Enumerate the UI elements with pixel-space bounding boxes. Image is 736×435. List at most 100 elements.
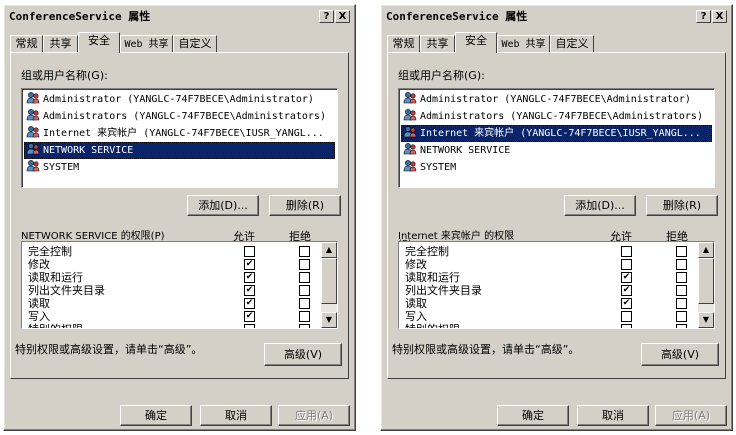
- user-item-system[interactable]: SYSTEM: [24, 159, 335, 176]
- permissions-scrollbar[interactable]: ▲ ▼: [698, 242, 714, 328]
- user-item-administrator[interactable]: Administrator (YANGLC-74F7BECE\Administr…: [24, 91, 335, 108]
- permission-row: 特别的权限: [399, 322, 698, 328]
- users-icon: [26, 160, 40, 172]
- tab-general[interactable]: 常规: [10, 35, 43, 52]
- ok-button[interactable]: 确定: [497, 405, 569, 426]
- deny-checkbox[interactable]: [676, 311, 687, 322]
- deny-checkbox[interactable]: [299, 298, 310, 309]
- user-item-internet-guest[interactable]: Internet 来宾帐户 (YANGLC-74F7BECE\IUSR_YANG…: [401, 125, 712, 142]
- user-icon: [403, 92, 417, 104]
- scroll-up-icon[interactable]: ▲: [698, 242, 714, 258]
- allow-checkbox[interactable]: [621, 259, 632, 270]
- advanced-hint: 特别权限或高级设置，请单击“高级”。: [392, 343, 580, 356]
- cancel-button[interactable]: 取消: [577, 405, 649, 426]
- permissions-title: Internet 来宾帐户 的权限: [398, 231, 515, 242]
- user-item-internet-guest[interactable]: Internet 来宾帐户 (YANGLC-74F7BECE\IUSR_YANG…: [24, 125, 335, 142]
- user-item-administrators[interactable]: Administrators (YANGLC-74F7BECE\Administ…: [401, 108, 712, 125]
- permission-name: 特别的权限: [405, 322, 460, 328]
- permission-row: 特别的权限: [22, 322, 321, 328]
- advanced-button[interactable]: 高级(V): [641, 343, 719, 366]
- close-button[interactable]: X: [712, 10, 727, 23]
- deny-checkbox[interactable]: [676, 285, 687, 296]
- allow-checkbox[interactable]: ✔: [621, 285, 632, 296]
- apply-button[interactable]: 应用(A): [278, 405, 350, 426]
- user-listbox[interactable]: Administrator (YANGLC-74F7BECE\Administr…: [398, 88, 715, 188]
- ok-button[interactable]: 确定: [120, 405, 192, 426]
- deny-checkbox[interactable]: [676, 324, 687, 328]
- title-bar[interactable]: ConferenceService 属性 ? X: [7, 8, 352, 26]
- remove-button[interactable]: 删除(R): [646, 195, 718, 216]
- user-item-label: Administrators (YANGLC-74F7BECE\Administ…: [43, 111, 326, 122]
- user-item-label: Administrators (YANGLC-74F7BECE\Administ…: [420, 111, 703, 122]
- user-icon: [403, 126, 417, 138]
- user-item-administrator[interactable]: Administrator (YANGLC-74F7BECE\Administr…: [401, 91, 712, 108]
- user-listbox[interactable]: Administrator (YANGLC-74F7BECE\Administr…: [21, 88, 338, 188]
- allow-checkbox[interactable]: ✔: [244, 259, 255, 270]
- user-item-network-service[interactable]: NETWORK SERVICE: [24, 142, 335, 159]
- tab-web-sharing[interactable]: Web 共享: [497, 35, 550, 52]
- users-icon: [26, 143, 40, 155]
- users-icon: [26, 109, 40, 121]
- user-icon: [26, 126, 40, 138]
- add-button[interactable]: 添加(D)...: [187, 195, 259, 216]
- tab-general[interactable]: 常规: [387, 35, 420, 52]
- user-item-label: NETWORK SERVICE: [43, 145, 134, 156]
- group-or-user-label: 组或用户名称(G):: [398, 69, 485, 82]
- tab-security[interactable]: 安全: [455, 32, 497, 53]
- users-icon: [403, 160, 417, 172]
- remove-button[interactable]: 删除(R): [269, 195, 341, 216]
- scroll-up-icon[interactable]: ▲: [321, 242, 337, 258]
- scroll-thumb[interactable]: [698, 258, 714, 304]
- scroll-down-icon[interactable]: ▼: [321, 312, 337, 328]
- allow-checkbox[interactable]: [621, 324, 632, 328]
- deny-checkbox[interactable]: [299, 246, 310, 257]
- tab-web-sharing[interactable]: Web 共享: [120, 35, 173, 52]
- deny-checkbox[interactable]: [299, 311, 310, 322]
- user-item-system[interactable]: SYSTEM: [401, 159, 712, 176]
- user-item-network-service[interactable]: NETWORK SERVICE: [401, 142, 712, 159]
- deny-checkbox[interactable]: [299, 272, 310, 283]
- permissions-scrollbar[interactable]: ▲ ▼: [321, 242, 337, 328]
- help-button[interactable]: ?: [319, 10, 334, 23]
- permission-name: 特别的权限: [28, 322, 83, 328]
- tab-sharing[interactable]: 共享: [43, 35, 78, 52]
- help-button[interactable]: ?: [696, 10, 711, 23]
- allow-checkbox[interactable]: [244, 324, 255, 328]
- allow-checkbox[interactable]: ✔: [244, 272, 255, 283]
- close-button[interactable]: X: [335, 10, 350, 23]
- tab-custom[interactable]: 自定义: [550, 35, 594, 52]
- user-item-label: Administrator (YANGLC-74F7BECE\Administr…: [420, 94, 691, 105]
- user-item-label: NETWORK SERVICE: [420, 145, 511, 156]
- title-bar[interactable]: ConferenceService 属性 ? X: [384, 8, 729, 26]
- allow-checkbox[interactable]: ✔: [244, 285, 255, 296]
- scroll-down-icon[interactable]: ▼: [698, 312, 714, 328]
- scroll-thumb[interactable]: [321, 258, 337, 304]
- user-item-administrators[interactable]: Administrators (YANGLC-74F7BECE\Administ…: [24, 108, 335, 125]
- allow-checkbox[interactable]: [244, 246, 255, 257]
- allow-checkbox[interactable]: ✔: [621, 272, 632, 283]
- tab-sharing[interactable]: 共享: [420, 35, 455, 52]
- allow-checkbox[interactable]: [621, 311, 632, 322]
- deny-checkbox[interactable]: [676, 272, 687, 283]
- tab-web-sharing-label: Web 共享: [124, 39, 169, 50]
- properties-dialog-left: ConferenceService 属性 ? X 常规 共享 安全 Web 共享…: [3, 4, 356, 431]
- deny-checkbox[interactable]: [299, 285, 310, 296]
- deny-checkbox[interactable]: [299, 324, 310, 328]
- tab-custom[interactable]: 自定义: [173, 35, 217, 52]
- deny-checkbox[interactable]: [676, 259, 687, 270]
- deny-checkbox[interactable]: [299, 259, 310, 270]
- users-icon: [403, 143, 417, 155]
- allow-checkbox[interactable]: ✔: [244, 311, 255, 322]
- deny-checkbox[interactable]: [676, 246, 687, 257]
- allow-checkbox[interactable]: ✔: [244, 298, 255, 309]
- deny-checkbox[interactable]: [676, 298, 687, 309]
- allow-checkbox[interactable]: ✔: [621, 298, 632, 309]
- apply-button[interactable]: 应用(A): [655, 405, 727, 426]
- advanced-button[interactable]: 高级(V): [264, 343, 342, 366]
- user-item-label: Administrator (YANGLC-74F7BECE\Administr…: [43, 94, 314, 105]
- allow-checkbox[interactable]: [621, 246, 632, 257]
- add-button[interactable]: 添加(D)...: [564, 195, 636, 216]
- cancel-button[interactable]: 取消: [200, 405, 272, 426]
- user-item-label: SYSTEM: [420, 162, 457, 173]
- tab-security[interactable]: 安全: [78, 32, 120, 53]
